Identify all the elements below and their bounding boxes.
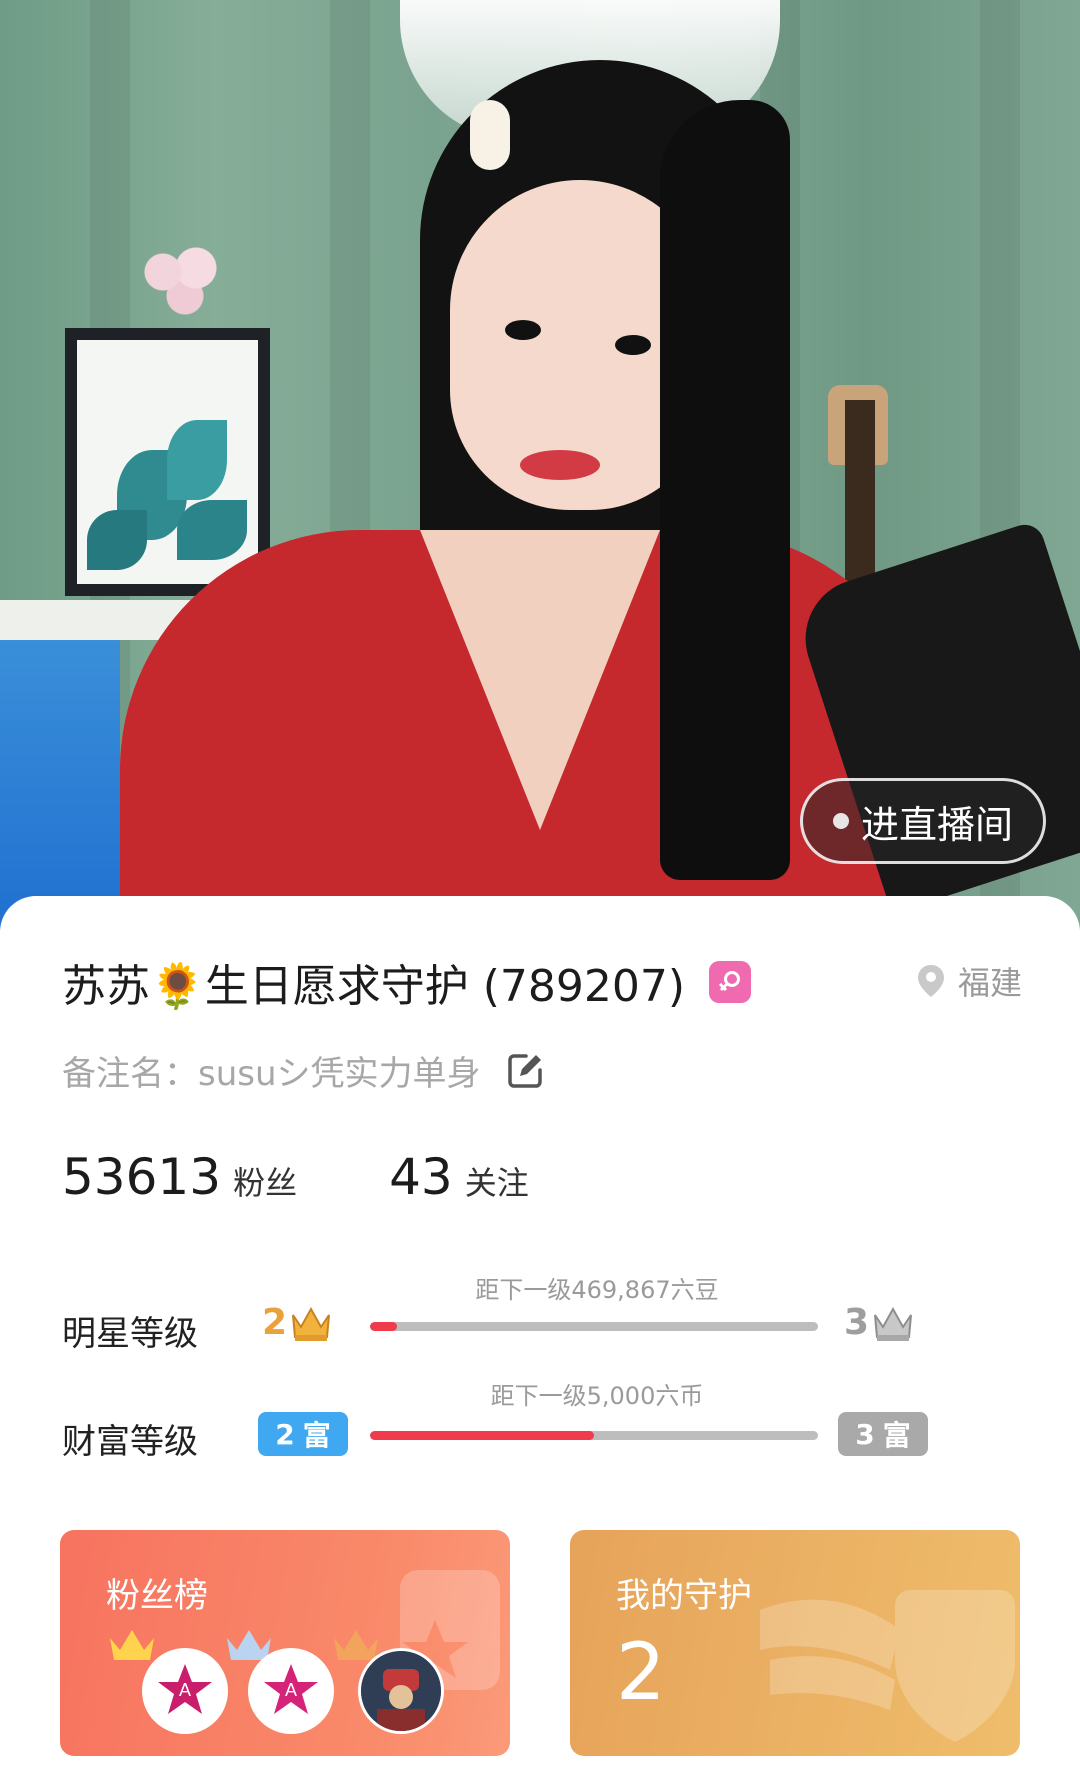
location-label: 福建: [957, 964, 1022, 1002]
svg-text:A: A: [285, 1680, 297, 1700]
profile-sheet: 苏苏🌻生日愿求守护 (789207) 福建 备注名：susuシ凭实力单身 536…: [0, 896, 1080, 1787]
wealth-badge-char: 富: [302, 1419, 331, 1452]
following-count: 43: [389, 1148, 453, 1206]
my-guard-title: 我的守护: [616, 1576, 752, 1616]
wealth-level-next: 3: [855, 1417, 875, 1451]
streamer-name: 苏苏🌻生日愿求守护 (789207): [62, 961, 686, 1012]
crown-icon: [292, 1306, 331, 1341]
star-level-current: 2: [262, 1302, 288, 1343]
star-level-current-badge: 2: [262, 1302, 333, 1343]
enter-live-room-button[interactable]: 进直播间: [800, 778, 1046, 864]
edit-icon: [507, 1053, 542, 1088]
remark-name: 备注名：susuシ凭实力单身: [62, 1054, 481, 1094]
gold-crown-icon: [110, 1630, 154, 1660]
fans-rank-title: 粉丝榜: [106, 1576, 208, 1616]
fans-stat[interactable]: 53613 粉丝: [62, 1148, 297, 1206]
wealth-level-next-badge: 3 富: [838, 1412, 928, 1456]
fan-avatar[interactable]: A: [142, 1648, 228, 1734]
location: 福建: [916, 958, 1022, 1004]
remark-row: 备注名：susuシ凭实力单身: [62, 1046, 545, 1095]
wealth-level-title: 财富等级: [62, 1422, 198, 1462]
edit-remark-button[interactable]: [505, 1051, 545, 1091]
fans-label: 粉丝: [233, 1164, 298, 1202]
star-level-next-badge: 3: [844, 1302, 915, 1343]
fans-count: 53613: [62, 1148, 222, 1206]
crown-icon: [874, 1306, 913, 1341]
star-level-next: 3: [844, 1302, 870, 1343]
wealth-level-row: 财富等级 2 富 距下一级5,000六币 3 富: [62, 1382, 1022, 1470]
my-guard-count: 2: [616, 1628, 666, 1718]
svg-text:A: A: [179, 1680, 191, 1700]
female-gender-icon: [709, 961, 752, 1003]
blue-background-corner: [0, 640, 120, 930]
star-level-progress: [370, 1322, 818, 1331]
wealth-level-progress: [370, 1431, 818, 1440]
wealth-badge-char: 富: [882, 1419, 911, 1452]
following-label: 关注: [464, 1164, 529, 1202]
shield-wing-decoration-icon: [760, 1590, 1015, 1742]
wealth-level-current-badge: 2 富: [258, 1412, 348, 1456]
following-stat[interactable]: 43 关注: [389, 1148, 529, 1206]
fan-logo-icon: A: [264, 1664, 318, 1714]
name-row: 苏苏🌻生日愿求守护 (789207) 福建: [62, 952, 1022, 1012]
fans-rank-card[interactable]: 粉丝榜 A A: [60, 1530, 510, 1756]
stats-row: 53613 粉丝 43 关注: [62, 1148, 621, 1206]
live-dot-icon: [832, 813, 849, 829]
my-guard-card[interactable]: 我的守护 2: [570, 1530, 1020, 1756]
star-level-title: 明星等级: [62, 1314, 198, 1354]
wealth-level-current: 2: [275, 1417, 295, 1451]
fan-avatar[interactable]: A: [248, 1648, 334, 1734]
enter-live-room-label: 进直播间: [860, 802, 1013, 847]
star-level-row: 明星等级 2 距下一级469,867六豆 3: [62, 1276, 1022, 1362]
location-pin-icon: [917, 965, 944, 997]
wealth-level-progress-fill: [370, 1431, 594, 1440]
wealth-level-hint: 距下一级5,000六币: [490, 1382, 704, 1410]
fan-logo-icon: A: [158, 1664, 212, 1714]
star-level-progress-fill: [370, 1322, 397, 1331]
fan-avatar-image-icon: [361, 1651, 441, 1731]
fan-avatar[interactable]: [358, 1648, 444, 1734]
star-level-hint: 距下一级469,867六豆: [475, 1276, 719, 1304]
hero-photo[interactable]: 进直播间: [0, 0, 1080, 930]
